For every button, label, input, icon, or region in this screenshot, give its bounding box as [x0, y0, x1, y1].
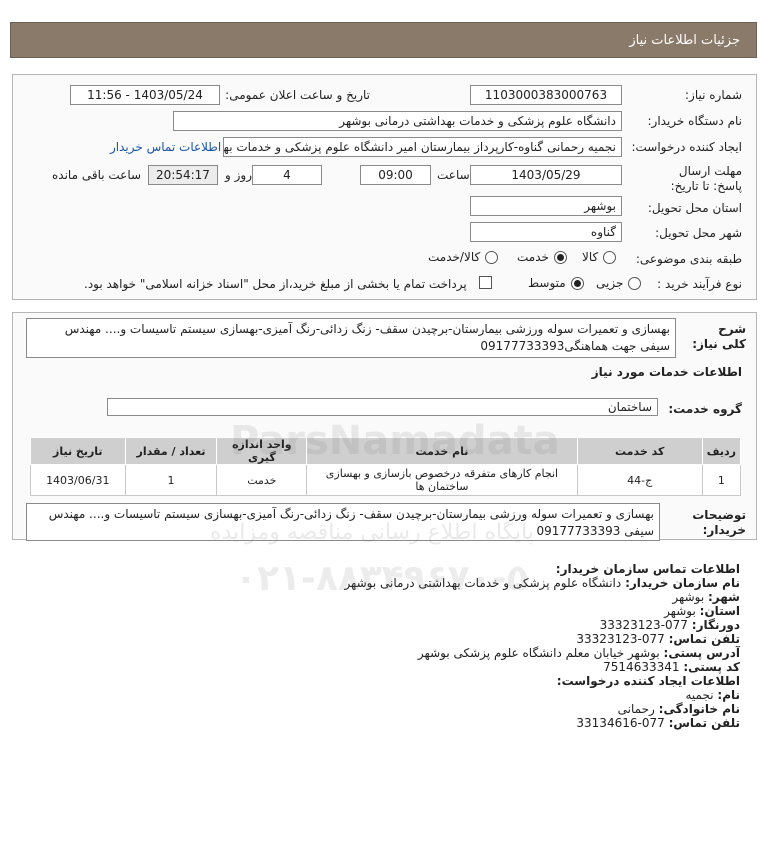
category-option-goods-service[interactable]: کالا/خدمت: [428, 250, 499, 264]
contact-province-line: استان: بوشهر: [664, 604, 740, 618]
table-header-row: ردیف کد خدمت نام خدمت واحد اندازه گیری ت…: [30, 437, 742, 465]
contact-phone-line: تلفن تماس: 077-33323123: [576, 632, 740, 646]
process-label: نوع فرآیند خرید :: [657, 277, 742, 291]
col-code: کد خدمت: [576, 437, 703, 465]
need-number-label: شماره نیاز:: [685, 88, 742, 102]
contact-postal-line: کد پستی: 7514633341: [603, 660, 740, 674]
category-service-radio[interactable]: [553, 250, 567, 264]
category-option-service[interactable]: خدمت: [517, 250, 567, 264]
need-info-panel: [12, 74, 757, 300]
province-label: استان محل تحویل:: [647, 201, 742, 215]
service-group-label: گروه خدمت:: [668, 402, 742, 416]
requester-phone-line: تلفن تماس: 077-33134616: [576, 716, 740, 730]
city-field[interactable]: گناوه: [470, 222, 622, 242]
description-field[interactable]: بهسازی و تعمیرات سوله ورزشی بیمارستان-بر…: [26, 318, 676, 358]
deadline-date-field[interactable]: 1403/05/29: [470, 165, 622, 185]
process-medium-radio[interactable]: [570, 276, 584, 290]
service-group-field[interactable]: ساختمان: [107, 398, 658, 416]
cell-row: 1: [701, 464, 742, 496]
announce-label: تاریخ و ساعت اعلان عمومی:: [225, 88, 370, 102]
contact-title: اطلاعات تماس سازمان خریدار:: [555, 562, 740, 576]
col-row: ردیف: [701, 437, 742, 465]
services-table: ردیف کد خدمت نام خدمت واحد اندازه گیری ت…: [30, 437, 742, 496]
process-option-minor[interactable]: جزیی: [596, 276, 642, 290]
buyer-notes-label: توضیحات خریدار:: [692, 508, 746, 537]
requester-title: اطلاعات ایجاد کننده درخواست:: [556, 674, 740, 688]
category-goods-radio[interactable]: [603, 250, 617, 264]
cell-code: ج-44: [576, 464, 703, 496]
col-name: نام خدمت: [306, 437, 578, 465]
deadline-time-label: ساعت: [437, 168, 470, 182]
col-date: تاریخ نیاز: [30, 437, 126, 465]
page-title: جزئیات اطلاعات نیاز: [629, 33, 740, 48]
days-remaining-field[interactable]: 4: [252, 165, 322, 185]
contact-info: اطلاعات تماس سازمان خریدار: نام سازمان خ…: [344, 562, 740, 730]
need-number-field[interactable]: 1103000383000763: [470, 85, 622, 105]
deadline-label: مهلت ارسال پاسخ: تا تاریخ:: [670, 164, 742, 193]
buyer-org-field[interactable]: دانشگاه علوم پزشکی و خدمات بهداشتی درمان…: [173, 111, 622, 131]
remaining-time-field: 20:54:17: [148, 165, 218, 185]
cell-qty: 1: [124, 464, 218, 496]
announce-field[interactable]: 1403/05/24 - 11:56: [70, 85, 220, 105]
cell-date: 1403/06/31: [30, 464, 126, 496]
requester-family-line: نام خانوادگی: رحمانی: [617, 702, 740, 716]
process-minor-radio[interactable]: [628, 276, 642, 290]
table-row[interactable]: 1 ج-44 انجام کارهای متفرقه درخصوص بازساز…: [30, 464, 742, 496]
creator-label: ایجاد کننده درخواست:: [631, 140, 742, 154]
contact-fax-line: دورنگار: 077-33323123: [599, 618, 740, 632]
contact-city-line: شهر: بوشهر: [672, 590, 740, 604]
category-label: طبقه بندی موضوعی:: [635, 252, 742, 266]
contact-org-line: نام سازمان خریدار: دانشگاه علوم پزشکی و …: [344, 576, 740, 590]
buyer-org-label: نام دستگاه خریدار:: [647, 114, 743, 128]
category-goods-service-radio[interactable]: [485, 250, 499, 264]
buyer-contact-link[interactable]: اطلاعات تماس خریدار: [110, 140, 221, 154]
creator-field[interactable]: نجمیه رحمانی گناوه-کارپرداز بیمارستان ام…: [223, 137, 622, 157]
page-header: جزئیات اطلاعات نیاز: [10, 22, 757, 58]
cell-name: انجام کارهای متفرقه درخصوص بازسازی و بهس…: [306, 464, 578, 496]
treasury-text: پرداخت تمام یا بخشی از مبلغ خرید،از محل …: [84, 277, 467, 291]
services-section-title: اطلاعات خدمات مورد نیاز: [591, 365, 742, 379]
deadline-time-field[interactable]: 09:00: [360, 165, 431, 185]
treasury-checkbox[interactable]: [479, 276, 492, 289]
col-qty: تعداد / مقدار: [124, 437, 218, 465]
description-label: شرح کلی نیاز:: [692, 322, 746, 351]
requester-name-line: نام: نجمیه: [685, 688, 740, 702]
contact-address-line: آدرس پستی: بوشهر خیابان معلم دانشگاه علو…: [417, 646, 740, 660]
buyer-notes-field[interactable]: بهسازی و تعمیرات سوله ورزشی بیمارستان-بر…: [26, 503, 660, 541]
days-label: روز و: [225, 168, 252, 182]
process-option-medium[interactable]: متوسط: [528, 276, 584, 290]
province-field[interactable]: بوشهر: [470, 196, 622, 216]
category-option-goods[interactable]: کالا: [582, 250, 617, 264]
remaining-label: ساعت باقی مانده: [52, 168, 142, 182]
city-label: شهر محل تحویل:: [655, 226, 742, 240]
cell-unit: خدمت: [216, 464, 308, 496]
col-unit: واحد اندازه گیری: [216, 437, 308, 465]
